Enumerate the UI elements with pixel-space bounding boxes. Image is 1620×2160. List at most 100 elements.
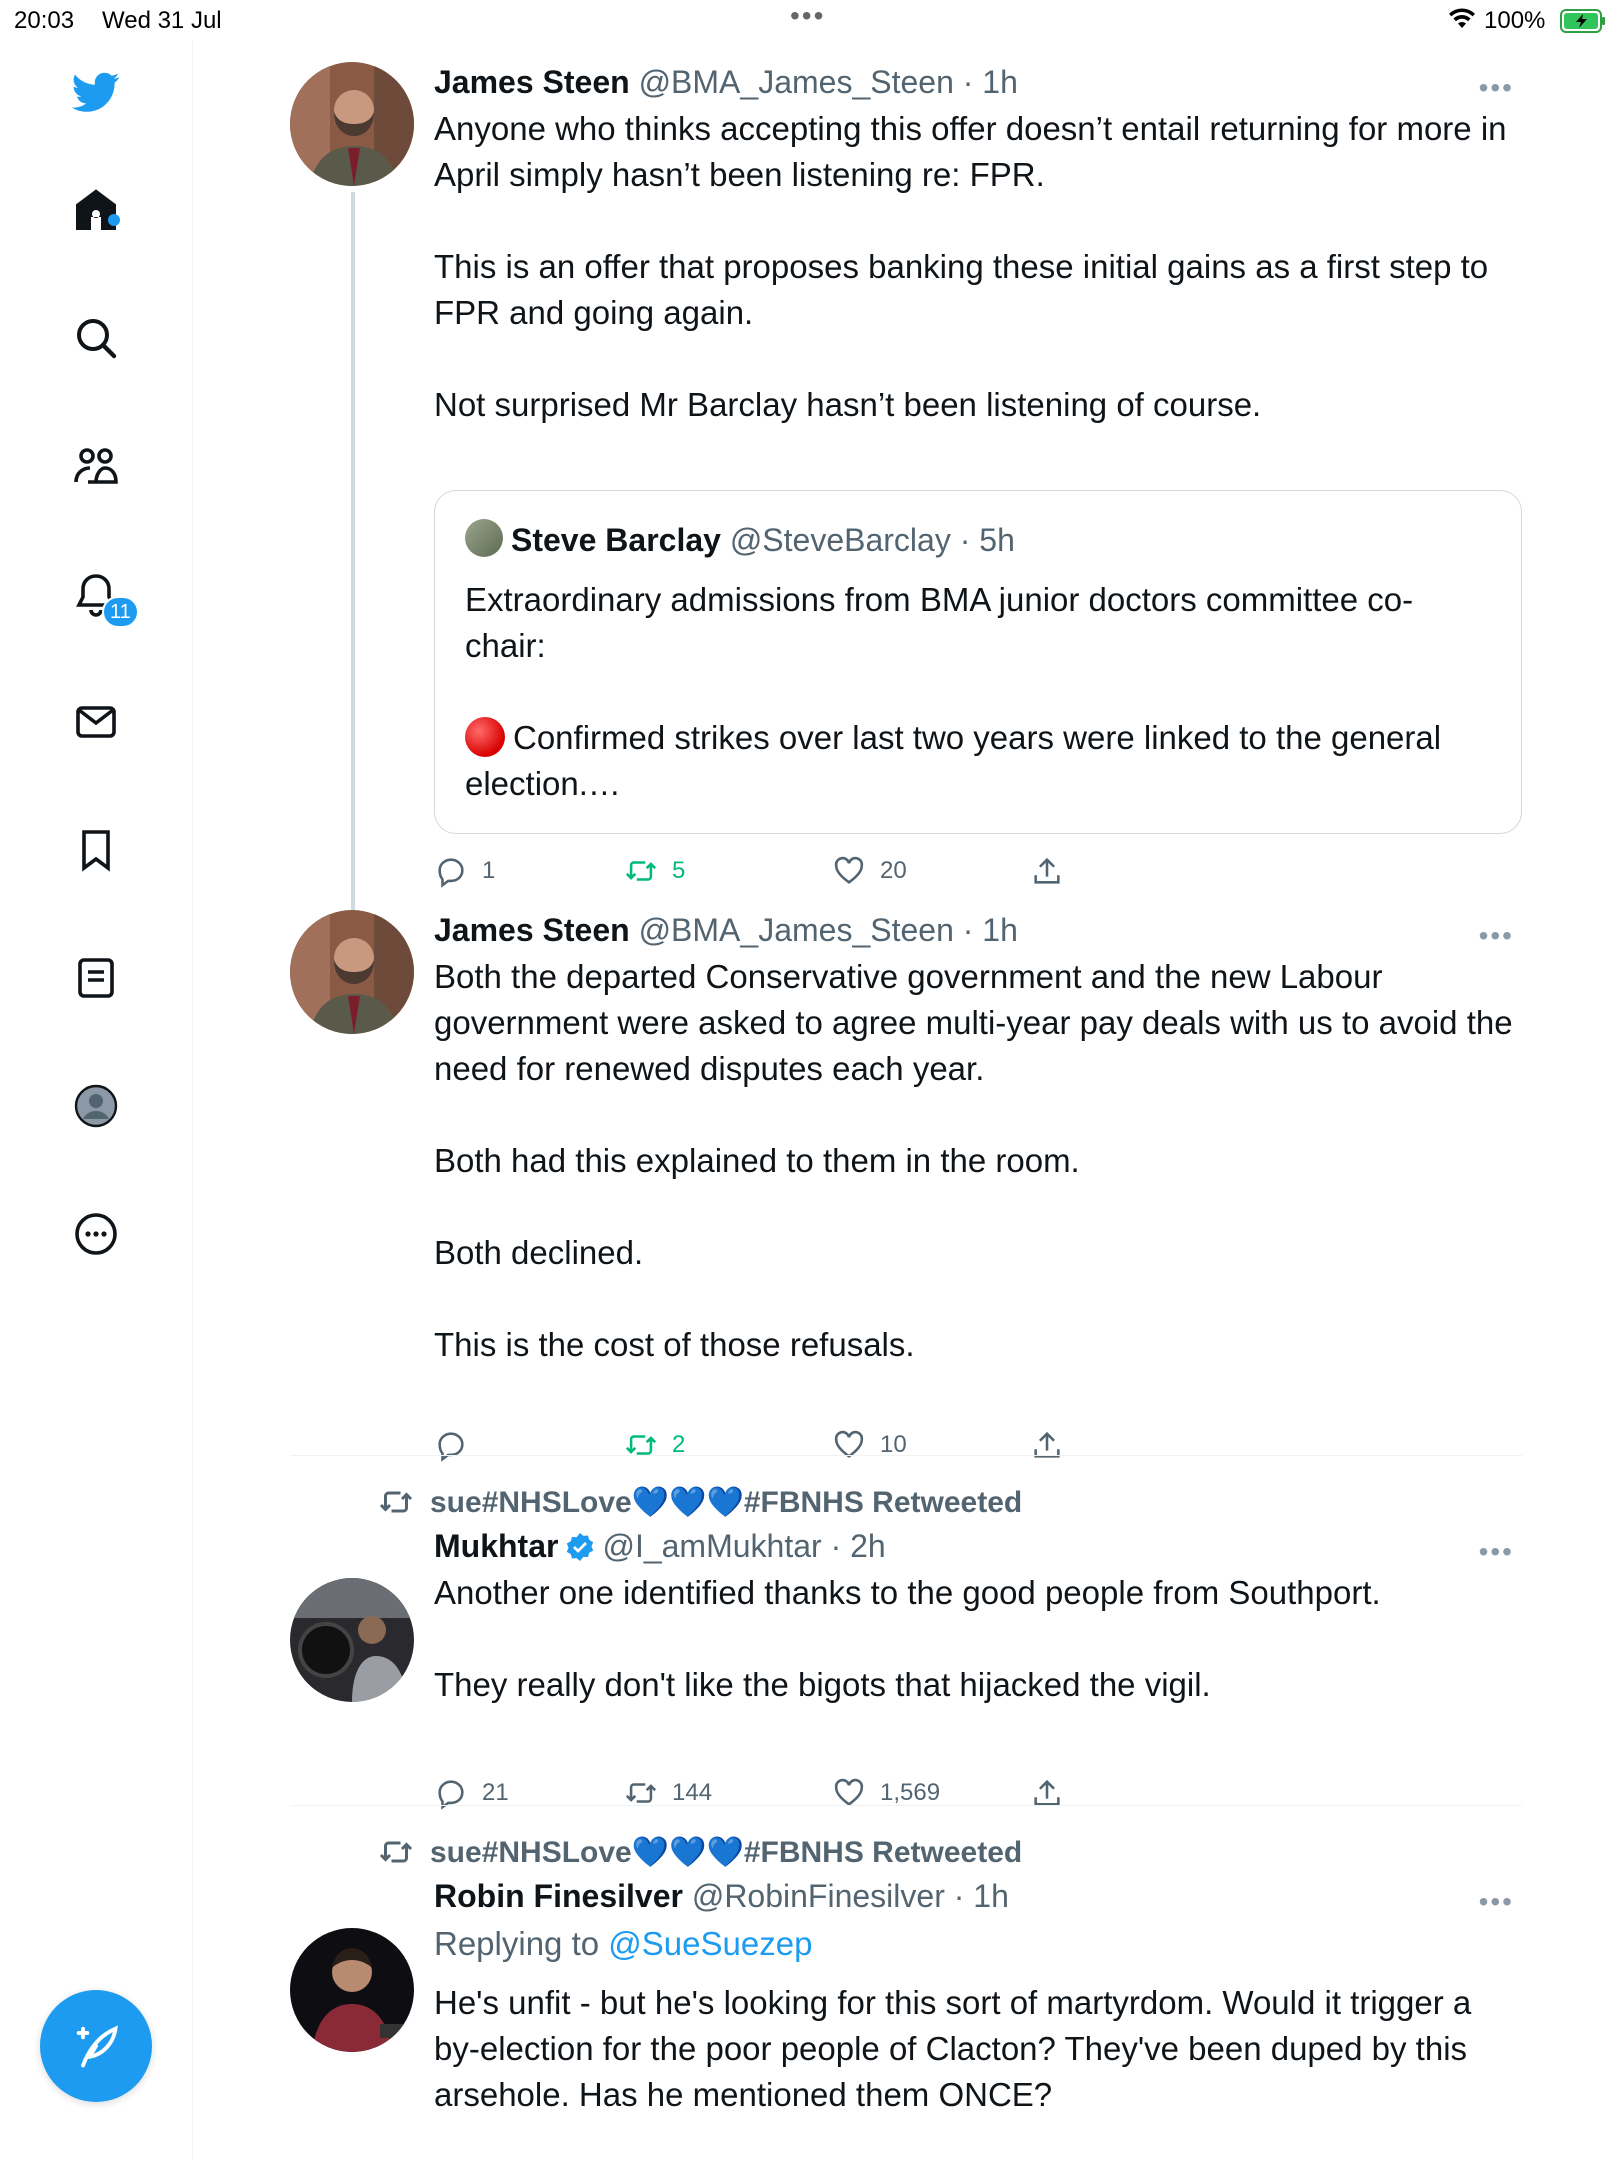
tweet-more-icon[interactable]: ••• (1479, 1886, 1514, 1918)
quote-text: Extraordinary admissions from BMA junior… (465, 577, 1485, 807)
avatar[interactable] (290, 62, 414, 186)
reply-icon (438, 1432, 464, 1462)
retweeted-by[interactable]: sue#NHSLove💙💙💙#FBNHS Retweeted (378, 1834, 1022, 1870)
tweet-paragraph: Both declined. (434, 1234, 644, 1271)
notifications-badge: 11 (102, 596, 139, 628)
reply-count: 1 (482, 857, 496, 884)
retweet-icon (625, 861, 657, 881)
sidebar: 11 (0, 40, 193, 2160)
share-icon (1034, 1431, 1060, 1458)
tweet-header: Mukhtar @I_amMukhtar · 2h (434, 1526, 1514, 1566)
author-name[interactable]: Mukhtar (434, 1528, 558, 1564)
reply-icon (438, 858, 464, 888)
tweet-text: He's unfit - but he's looking for this s… (434, 1980, 1514, 2118)
replying-to: Replying to @SueSuezep (434, 1924, 1514, 1964)
tweet-actions: 1 5 20 (434, 854, 1234, 894)
tweet-header: Robin Finesilver @RobinFinesilver · 1h (434, 1876, 1514, 1916)
reply-button[interactable] (434, 1428, 482, 1462)
home-unread-dot (108, 214, 120, 226)
tweet-more-icon[interactable]: ••• (1479, 920, 1514, 952)
twitter-logo-icon[interactable] (68, 64, 124, 120)
wifi-icon (1449, 8, 1475, 28)
tweet-text: Both the departed Conservative governmen… (434, 954, 1514, 1368)
quote-header: Steve Barclay @SteveBarclay · 5h (465, 519, 1015, 559)
tweet[interactable]: James Steen @BMA_James_Steen · 1h ••• An… (290, 62, 1522, 888)
battery-percent: 100% (1484, 7, 1546, 34)
tweet-more-icon[interactable]: ••• (1479, 72, 1514, 104)
quote-paragraph: Confirmed strikes over last two years we… (465, 715, 1485, 807)
compose-tweet-button[interactable] (40, 1990, 152, 2102)
avatar[interactable] (290, 1578, 414, 1702)
home-icon[interactable] (68, 182, 124, 238)
quote-tweet[interactable]: Steve Barclay @SteveBarclay · 5h Extraor… (434, 490, 1522, 834)
blue-hearts: 💙💙💙 (631, 1486, 744, 1519)
tweet-paragraph: Anyone who thinks accepting this offer d… (434, 110, 1507, 193)
tweet[interactable]: sue#NHSLove💙💙💙#FBNHS Retweeted Mukhtar @I… (290, 1480, 1522, 1810)
heart-icon (834, 856, 864, 884)
bookmarks-icon[interactable] (68, 822, 124, 878)
retweeted-by-suffix: #FBNHS Retweeted (743, 1836, 1023, 1869)
tweet-divider (290, 1805, 1522, 1806)
tweet-paragraph: He's unfit - but he's looking for this s… (434, 1984, 1472, 2113)
tweet-header: James Steen @BMA_James_Steen · 1h (434, 62, 1514, 102)
like-button[interactable]: 10 (832, 1428, 907, 1462)
tweet-text: Anyone who thinks accepting this offer d… (434, 106, 1514, 428)
blue-hearts: 💙💙💙 (631, 1836, 744, 1869)
retweet-icon (379, 1841, 413, 1863)
author-name[interactable]: James Steen (434, 64, 630, 100)
tweet-actions: 2 10 (434, 1428, 1234, 1468)
author-name[interactable]: James Steen (434, 912, 630, 948)
tweet-paragraph: They really don't like the bigots that h… (434, 1666, 1211, 1703)
verified-badge-icon (567, 1533, 594, 1561)
retweeted-by-name: sue#NHSLove (430, 1836, 632, 1869)
retweet-count: 144 (672, 1779, 713, 1806)
replying-to-handle[interactable]: @SueSuezep (608, 1925, 812, 1962)
tweet-paragraph: This is an offer that proposes banking t… (434, 248, 1489, 331)
messages-icon[interactable] (68, 694, 124, 750)
more-icon[interactable] (68, 1206, 124, 1262)
tweet-divider (290, 1455, 1522, 1456)
lists-icon[interactable] (68, 950, 124, 1006)
retweeted-by-name: sue#NHSLove (430, 1486, 632, 1519)
retweet-button[interactable]: 5 (624, 854, 685, 888)
share-icon (1034, 857, 1060, 884)
like-button[interactable]: 20 (832, 854, 907, 888)
tweet-text: Another one identified thanks to the goo… (434, 1570, 1514, 1708)
avatar[interactable] (290, 1928, 414, 2052)
author-handle[interactable]: @BMA_James_Steen · 1h (639, 64, 1018, 100)
retweet-icon (379, 1491, 413, 1513)
heart-icon (834, 1430, 864, 1458)
page: 20:03 Wed 31 Jul ••• 100% 11 James Steen… (0, 0, 1620, 2160)
like-count: 1,569 (880, 1779, 941, 1806)
tweet-paragraph: Not surprised Mr Barclay hasn’t been lis… (434, 386, 1262, 423)
quote-avatar (465, 519, 503, 557)
communities-icon[interactable] (68, 438, 124, 494)
status-bar: 20:03 Wed 31 Jul ••• 100% (0, 0, 1620, 40)
author-name[interactable]: Robin Finesilver (434, 1878, 683, 1914)
tweet[interactable]: James Steen @BMA_James_Steen · 1h ••• Bo… (290, 910, 1522, 1470)
retweeted-by[interactable]: sue#NHSLove💙💙💙#FBNHS Retweeted (378, 1484, 1022, 1520)
author-handle[interactable]: @RobinFinesilver · 1h (692, 1878, 1009, 1914)
tweet-more-icon[interactable]: ••• (1479, 1536, 1514, 1568)
search-icon[interactable] (68, 310, 124, 366)
reply-button[interactable]: 1 (434, 854, 495, 888)
retweet-count: 5 (672, 857, 686, 884)
author-handle[interactable]: @I_amMukhtar · 2h (602, 1528, 885, 1564)
retweet-button[interactable]: 2 (624, 1428, 685, 1462)
multitask-dots[interactable]: ••• (790, 0, 825, 32)
share-button[interactable] (1030, 854, 1078, 888)
author-handle[interactable]: @BMA_James_Steen · 1h (639, 912, 1018, 948)
retweet-icon (625, 1435, 657, 1455)
avatar[interactable] (290, 910, 414, 1034)
like-count: 20 (880, 857, 907, 884)
share-button[interactable] (1030, 1428, 1078, 1462)
feather-plus-icon (76, 2025, 118, 2068)
profile-icon[interactable] (68, 1078, 124, 1134)
tweet[interactable]: sue#NHSLove💙💙💙#FBNHS Retweeted Robin Fin… (290, 1830, 1522, 2160)
tweet-paragraph: This is the cost of those refusals. (434, 1326, 915, 1363)
retweeted-by-suffix: #FBNHS Retweeted (743, 1486, 1023, 1519)
quote-author-name: Steve Barclay (511, 522, 721, 558)
quote-paragraph-text: Confirmed strikes over last two years we… (465, 719, 1442, 802)
tweet-actions: 21 144 1,569 (434, 1776, 1234, 1816)
status-time: 20:03 (14, 7, 75, 34)
